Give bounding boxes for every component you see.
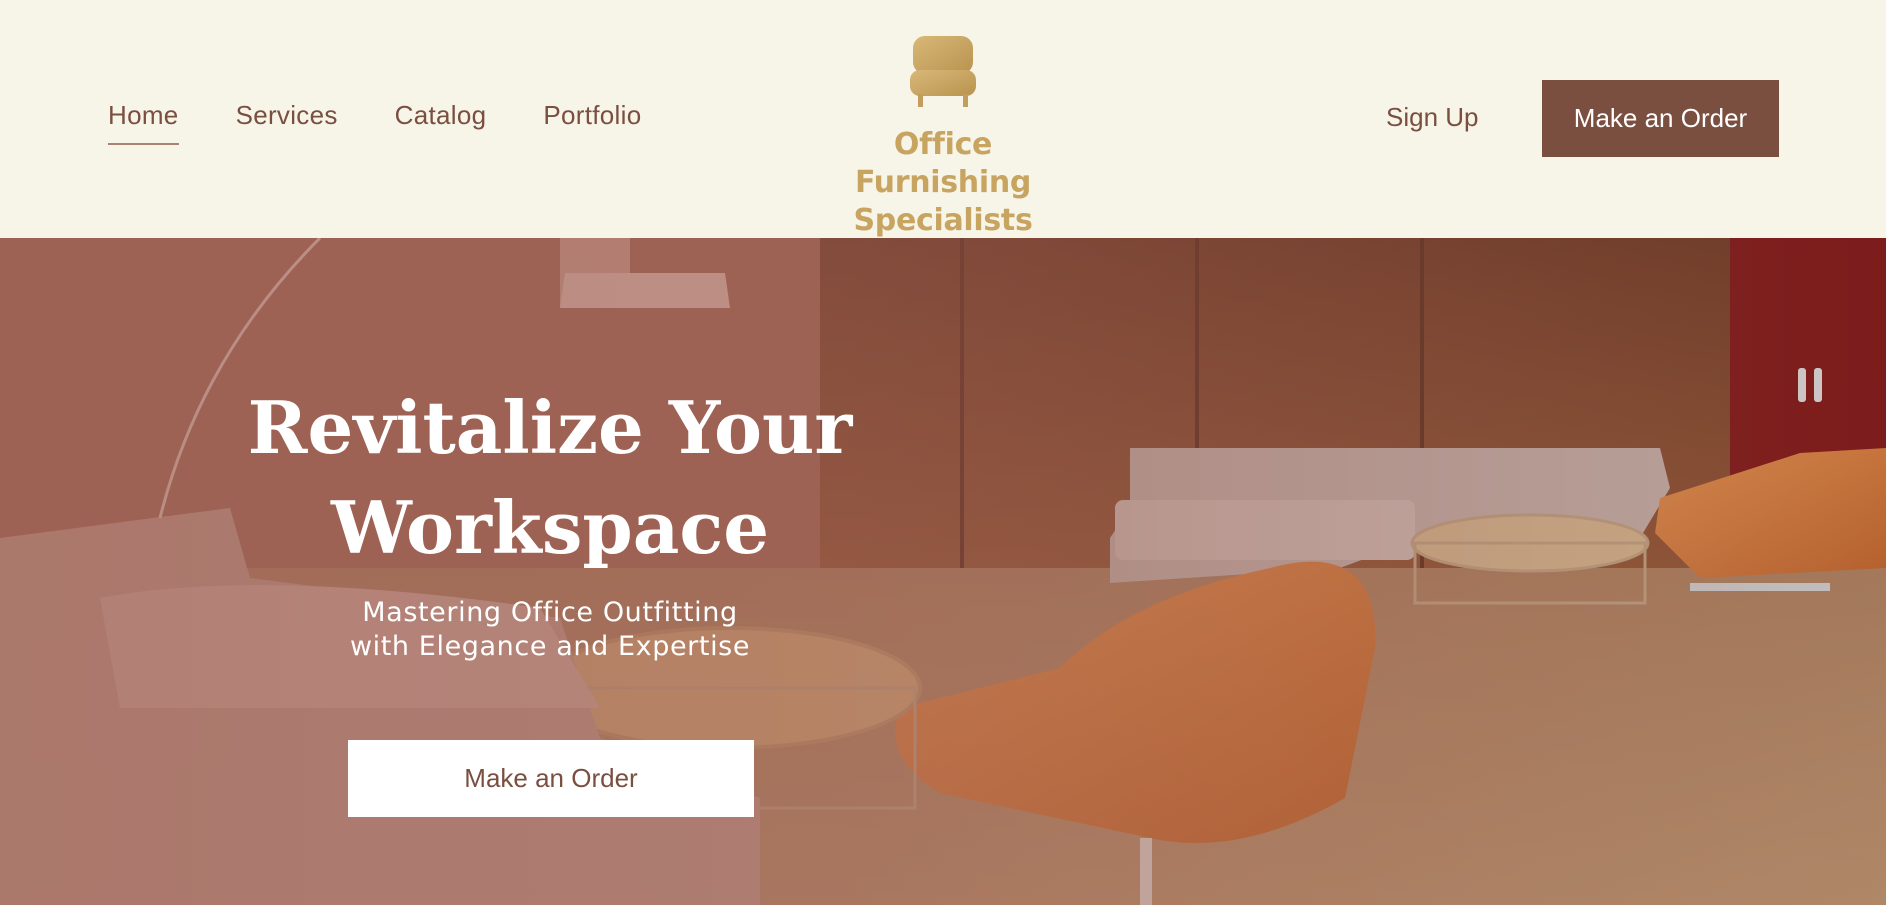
hero-subtitle-line1: Mastering Office Outfitting: [362, 597, 738, 628]
hero-title-line2: Workspace: [330, 485, 769, 570]
hero-subtitle-line2: with Elegance and Expertise: [349, 631, 751, 662]
brand-name-line2: Specialists: [853, 203, 1033, 238]
nav-item-services[interactable]: Services: [236, 100, 338, 145]
hero-make-order-button[interactable]: Make an Order: [348, 740, 754, 817]
nav-item-portfolio[interactable]: Portfolio: [543, 100, 641, 145]
hero-subtitle: Mastering Office Outfitting with Eleganc…: [250, 596, 850, 664]
main-nav: Home Services Catalog Portfolio: [108, 100, 698, 145]
hero-title-line1: Revitalize Your: [247, 385, 853, 470]
site-header: Home Services Catalog Portfolio Office F…: [0, 0, 1886, 238]
brand-name-line1: Office Furnishing: [854, 127, 1032, 200]
nav-item-catalog[interactable]: Catalog: [395, 100, 487, 145]
armchair-icon: [910, 36, 976, 107]
hero-section: Revitalize Your Workspace Mastering Offi…: [0, 238, 1886, 905]
brand-logo[interactable]: Office Furnishing Specialists: [810, 34, 1076, 240]
nav-item-home[interactable]: Home: [108, 100, 179, 145]
make-order-button[interactable]: Make an Order: [1542, 80, 1779, 157]
sign-up-link[interactable]: Sign Up: [1386, 102, 1479, 133]
hero-title: Revitalize Your Workspace: [200, 378, 900, 578]
